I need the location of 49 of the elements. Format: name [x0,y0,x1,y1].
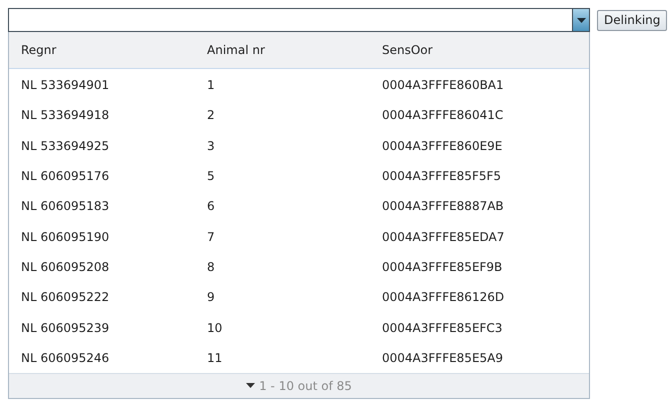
table-cell-text: 3 [206,138,216,153]
table-cell-text: 0004A3FFFE8887AB [381,199,505,214]
table-row[interactable]: NL 606095190 7 0004A3FFFE85EDA7 [9,221,589,252]
table-cell-text: 0004A3FFFE860BA1 [381,78,505,92]
table-cell-text: 1 [206,78,216,92]
table-cell-text: NL 606095222 [20,290,110,304]
table-cell-text: 0004A3FFFE85EDA7 [381,230,506,244]
table-cell-text: 11 [206,350,224,365]
table-cell-text: 0004A3FFFE85F5F5 [381,169,502,184]
table-cell-text: 7 [206,230,216,244]
table-row[interactable]: NL 606095222 9 0004A3FFFE86126D [9,282,589,312]
column-header[interactable]: Regnr [9,43,195,57]
table-row[interactable]: NL 606095183 6 0004A3FFFE8887AB [9,191,589,222]
table-row[interactable]: NL 533694918 2 0004A3FFFE86041C [9,100,589,131]
table-cell-text: 0004A3FFFE860E9E [381,138,504,153]
table-row[interactable]: NL 606095246 11 0004A3FFFE85E5A9 [9,342,589,373]
table-cell-text: 10 [206,320,224,335]
table-row[interactable]: NL 606095176 5 0004A3FFFE85F5F5 [9,160,589,192]
table-cell-text: 9 [206,290,216,304]
table-cell-text: NL 533694918 [20,108,110,122]
column-header[interactable]: Animal nr [195,43,370,57]
table-cell-text: 0004A3FFFE86041C [381,108,504,122]
table-cell-text: 2 [206,108,216,122]
table-cell-text: 8 [206,260,216,274]
combo-input[interactable] [8,8,572,32]
table-cell-text: 0004A3FFFE85EFC3 [381,320,504,335]
table-cell-text: NL 533694901 [20,78,110,92]
table-cell-text: NL 606095190 [20,230,110,244]
table-cell-text: 0004A3FFFE86126D [381,290,506,304]
table-cell-text: 5 [206,169,216,184]
table-cell-text: NL 606095176 [20,169,110,184]
table-cell-text: 0004A3FFFE85E5A9 [381,350,504,365]
table-cell-text: NL 533694925 [20,138,110,153]
delinking-button[interactable]: Delinking [597,10,668,30]
column-header[interactable]: SensOor [370,43,589,57]
table-cell-text: NL 606095208 [20,260,110,274]
caret-icon [576,18,586,22]
page-count: 1 - 10 out of 85 [259,378,352,393]
table-row[interactable]: NL 533694925 3 0004A3FFFE860E9E [9,130,589,161]
table-cell-text: NL 606095246 [20,350,110,365]
table-row[interactable]: NL 606095239 10 0004A3FFFE85EFC3 [9,312,589,343]
dropdown-button[interactable] [572,8,590,32]
caret-icon [246,383,256,388]
table-row[interactable]: NL 533694901 1 0004A3FFFE860BA1 [9,70,589,100]
table-cell-text: NL 606095183 [20,199,110,214]
table-cell-text: 0004A3FFFE85EF9B [381,260,504,274]
table-cell-text: 6 [206,199,216,214]
table-row[interactable]: NL 606095208 8 0004A3FFFE85EF9B [9,252,589,282]
table-cell-text: NL 606095239 [20,320,110,335]
